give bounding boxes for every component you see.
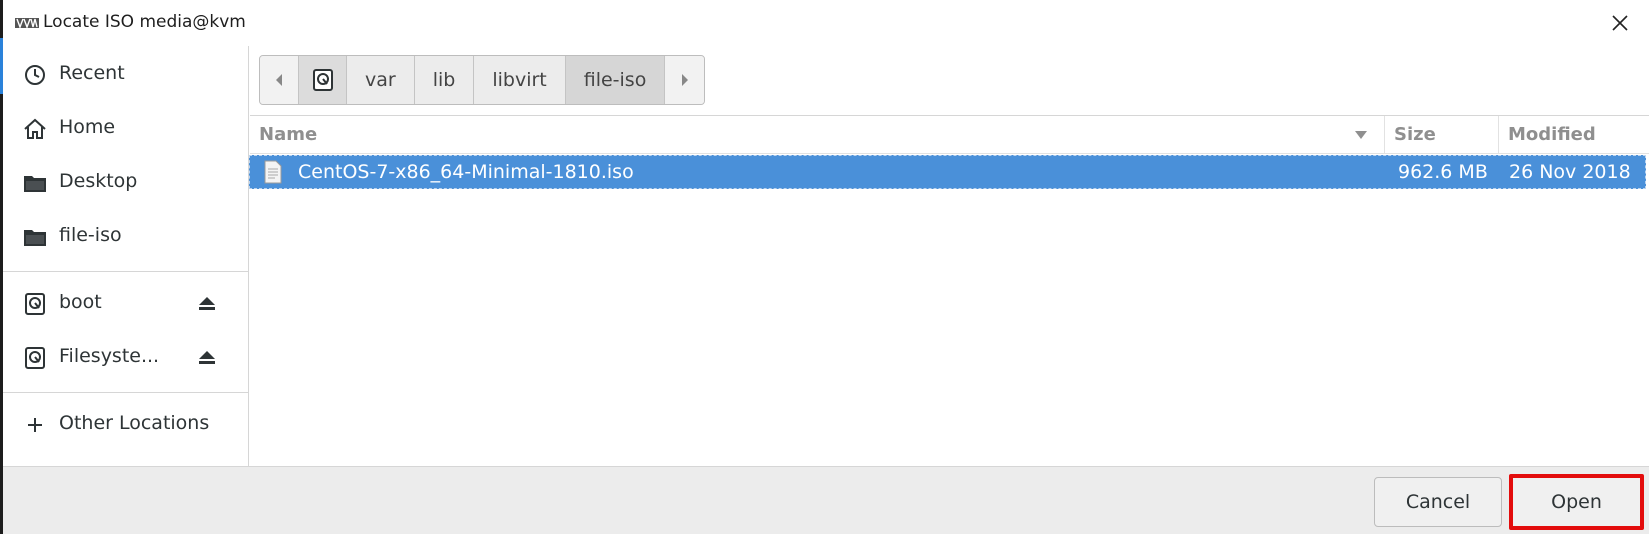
sidebar-separator	[3, 392, 249, 393]
sidebar-item-recent[interactable]: Recent	[3, 49, 249, 99]
column-divider	[1498, 116, 1499, 154]
column-header-size[interactable]: Size	[1394, 124, 1436, 145]
file-list-header: Name Size Modified	[250, 116, 1649, 154]
file-name: CentOS-7-x86_64-Minimal-1810.iso	[298, 161, 634, 183]
sidebar-item-other-locations[interactable]: Other Locations	[3, 399, 249, 449]
sidebar-item-label: Filesyste...	[59, 345, 160, 367]
drive-icon	[25, 347, 45, 369]
path-segment-libvirt[interactable]: libvirt	[474, 56, 566, 104]
chevron-left-icon[interactable]	[274, 73, 284, 87]
path-segment-file-iso[interactable]: file-iso	[565, 56, 666, 104]
folder-icon	[24, 176, 46, 192]
path-scroll-right-button[interactable]	[665, 56, 705, 104]
sidebar-item-label: Home	[59, 116, 116, 138]
sidebar-item-label: boot	[59, 291, 102, 313]
title-bar: Locate ISO media@kvm	[3, 0, 1649, 46]
sidebar-item-boot[interactable]: boot	[3, 278, 249, 328]
close-button[interactable]	[1597, 0, 1643, 46]
path-scroll-left-button[interactable]	[260, 56, 299, 104]
path-segment-var[interactable]: var	[347, 56, 415, 104]
home-icon	[24, 118, 46, 139]
file-icon	[264, 160, 282, 184]
places-sidebar: Recent Home Desktop file-iso boot Filesy…	[3, 46, 249, 466]
file-list: Name Size Modified CentOS-7-x86_64-Minim…	[249, 115, 1649, 466]
sidebar-item-label: Recent	[59, 62, 125, 84]
file-row[interactable]: CentOS-7-x86_64-Minimal-1810.iso 962.6 M…	[249, 155, 1646, 189]
sort-descending-icon[interactable]	[1354, 130, 1368, 140]
sidebar-separator	[3, 271, 249, 272]
sidebar-item-label: file-iso	[59, 224, 122, 246]
file-size: 962.6 MB	[1398, 161, 1488, 183]
virt-manager-logo-icon	[15, 18, 39, 29]
clock-icon	[25, 65, 45, 85]
sidebar-item-desktop[interactable]: Desktop	[3, 157, 249, 207]
drive-icon[interactable]	[312, 69, 334, 91]
column-divider	[1384, 116, 1385, 154]
eject-icon[interactable]	[197, 293, 217, 313]
drive-icon	[25, 293, 45, 315]
close-icon[interactable]	[1611, 14, 1629, 32]
path-bar: var lib libvirt file-iso	[259, 55, 706, 105]
plus-icon	[28, 418, 42, 432]
sidebar-item-file-iso[interactable]: file-iso	[3, 211, 249, 261]
sidebar-item-label: Other Locations	[59, 412, 210, 434]
open-button[interactable]: Open	[1509, 474, 1644, 530]
eject-icon[interactable]	[197, 347, 217, 367]
column-header-name[interactable]: Name	[259, 124, 317, 145]
cancel-button[interactable]: Cancel	[1374, 477, 1502, 527]
file-modified: 26 Nov 2018	[1509, 161, 1631, 183]
column-header-modified[interactable]: Modified	[1508, 124, 1596, 145]
chevron-right-icon[interactable]	[680, 73, 690, 87]
path-root-button[interactable]	[299, 56, 347, 104]
window-title: Locate ISO media@kvm	[43, 12, 246, 32]
sidebar-item-home[interactable]: Home	[3, 103, 249, 153]
sidebar-item-label: Desktop	[59, 170, 138, 192]
action-bar: Cancel Open	[3, 466, 1649, 534]
sidebar-item-filesystem[interactable]: Filesyste...	[3, 332, 249, 382]
path-segment-lib[interactable]: lib	[415, 56, 475, 104]
folder-icon	[24, 230, 46, 246]
